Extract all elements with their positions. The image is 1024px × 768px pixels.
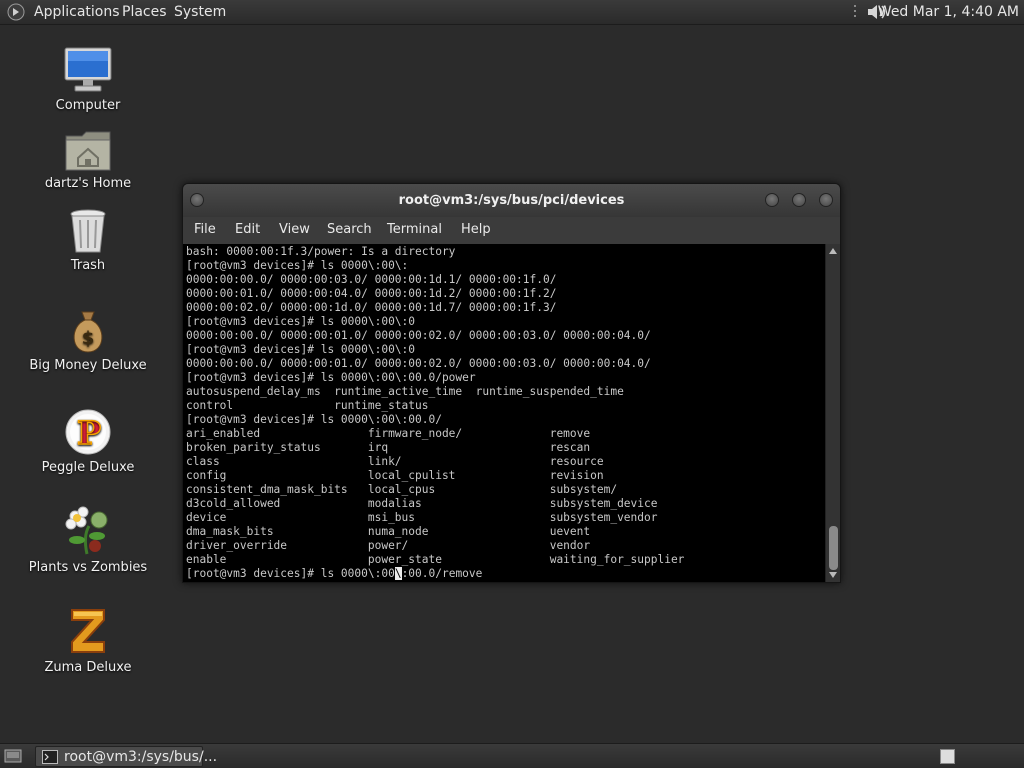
terminal-line: consistent_dma_mask_bits local_cpus subs… (186, 483, 618, 496)
scroll-down-arrow-icon[interactable] (829, 572, 837, 578)
text-cursor: \ (394, 567, 402, 580)
scroll-up-arrow-icon[interactable] (829, 248, 837, 254)
terminal-line: dma_mask_bits numa_node uevent (186, 525, 591, 538)
terminal-line: control runtime_status (186, 399, 429, 412)
terminal-line: autosuspend_delay_ms runtime_active_time… (186, 385, 624, 398)
terminal-line: d3cold_allowed modalias subsystem_device (186, 497, 658, 510)
show-desktop-icon[interactable] (4, 748, 22, 764)
peggle-icon: P (65, 409, 111, 455)
plants-vs-zombies-icon (65, 506, 108, 555)
terminal-line: enable power_state waiting_for_supplier (186, 553, 685, 566)
desktop-icon-computer[interactable]: Computer (28, 46, 148, 113)
prompt-text: [root@vm3 devices]# ls 0000\:00 (186, 567, 395, 580)
terminal-line: [root@vm3 devices]# ls 0000\:00\:0 (186, 343, 416, 356)
menu-search[interactable]: Search (327, 222, 372, 237)
menu-view[interactable]: View (279, 222, 310, 237)
home-folder-icon (65, 131, 111, 171)
svg-text:$: $ (82, 328, 95, 349)
terminal-line: driver_override power/ vendor (186, 539, 591, 552)
desktop-icon-trash[interactable]: Trash (28, 208, 148, 273)
terminal-line: 0000:00:01.0/ 0000:00:04.0/ 0000:00:1d.2… (186, 287, 557, 300)
scrollbar-thumb[interactable] (829, 526, 838, 570)
tray-handle-icon[interactable] (852, 2, 860, 20)
taskbar-terminal-label: root@vm3:/sys/bus/... (64, 749, 218, 765)
window-titlebar[interactable]: root@vm3:/sys/bus/pci/devices (183, 184, 840, 217)
close-button[interactable] (819, 193, 833, 207)
terminal-output[interactable]: bash: 0000:00:1f.3/power: Is a directory… (183, 244, 826, 582)
money-bag-icon: $ (73, 311, 103, 353)
terminal-line: [root@vm3 devices]# ls 0000\:00\:0 (186, 315, 416, 328)
top-panel: Applications Places System Wed Mar 1, 4:… (0, 0, 1024, 25)
computer-icon (64, 47, 112, 92)
minimize-button[interactable] (765, 193, 779, 207)
terminal-icon (42, 750, 58, 764)
taskbar-terminal-button[interactable]: root@vm3:/sys/bus/... (35, 746, 217, 767)
menu-edit[interactable]: Edit (235, 222, 260, 237)
prompt-text-after: :00.0/remove (401, 567, 483, 580)
menu-terminal[interactable]: Terminal (387, 222, 442, 237)
terminal-window[interactable]: root@vm3:/sys/bus/pci/devices File Edit … (182, 183, 841, 583)
terminal-line: 0000:00:02.0/ 0000:00:1d.0/ 0000:00:1d.7… (186, 301, 557, 314)
terminal-line: [root@vm3 devices]# ls 0000\:00\:00.0/po… (186, 371, 476, 384)
terminal-menubar: File Edit View Search Terminal Help (183, 217, 840, 244)
terminal-line: device msi_bus subsystem_vendor (186, 511, 658, 524)
terminal-line: bash: 0000:00:1f.3/power: Is a directory (186, 245, 456, 258)
desktop-icon-plants-vs-zombies[interactable]: Plants vs Zombies (28, 506, 148, 575)
clock[interactable]: Wed Mar 1, 4:40 AM (878, 4, 1019, 20)
terminal-line: ari_enabled firmware_node/ remove (186, 427, 591, 440)
desktop-icon-zuma[interactable]: Zuma Deluxe (28, 606, 148, 675)
system-menu[interactable]: System (174, 4, 226, 20)
terminal-scrollbar[interactable] (825, 244, 840, 582)
terminal-line: 0000:00:00.0/ 0000:00:01.0/ 0000:00:02.0… (186, 357, 651, 370)
terminal-line: [root@vm3 devices]# ls 0000\:00\: (186, 259, 409, 272)
applications-menu[interactable]: Applications (34, 4, 120, 20)
desktop-icon-big-money[interactable]: $ Big Money Deluxe (28, 308, 148, 373)
terminal-line: config local_cpulist revision (186, 469, 604, 482)
terminal-prompt-line[interactable]: [root@vm3 devices]# ls 0000\:00\:00.0/re… (186, 567, 482, 581)
menu-help[interactable]: Help (461, 222, 491, 237)
maximize-button[interactable] (792, 193, 806, 207)
terminal-line: class link/ resource (186, 455, 604, 468)
places-menu[interactable]: Places (122, 4, 167, 20)
zuma-icon (71, 609, 105, 653)
trash-icon (70, 209, 106, 253)
gnome-foot-icon[interactable] (7, 3, 25, 21)
terminal-line: [root@vm3 devices]# ls 0000\:00\:00.0/ (186, 413, 442, 426)
terminal-line: 0000:00:00.0/ 0000:00:03.0/ 0000:00:1d.1… (186, 273, 557, 286)
svg-text:P: P (77, 414, 101, 452)
desktop-icon-home[interactable]: dartz's Home (28, 128, 148, 191)
window-title: root@vm3:/sys/bus/pci/devices (398, 193, 625, 208)
workspace-switcher-icon[interactable] (940, 749, 955, 764)
desktop-icon-peggle[interactable]: P Peggle Deluxe (28, 408, 148, 475)
bottom-panel: root@vm3:/sys/bus/... (0, 743, 1024, 768)
terminal-line: 0000:00:00.0/ 0000:00:01.0/ 0000:00:02.0… (186, 329, 651, 342)
terminal-line: broken_parity_status irq rescan (186, 441, 591, 454)
menu-file[interactable]: File (194, 222, 216, 237)
